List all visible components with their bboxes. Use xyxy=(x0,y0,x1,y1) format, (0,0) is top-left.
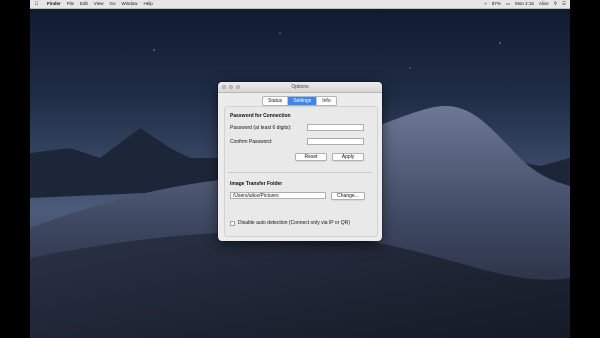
user-name[interactable]: Alice xyxy=(539,0,549,8)
apply-button[interactable]: Apply xyxy=(332,153,364,161)
reset-button[interactable]: Reset xyxy=(295,153,327,161)
folder-section-title: Image Transfer Folder xyxy=(230,181,283,187)
menu-edit[interactable]: Edit xyxy=(80,0,88,8)
desktop-screen:  Finder File Edit View Go Window Help ≈… xyxy=(30,0,570,338)
password-label: Password (at least 6 digits): xyxy=(230,125,292,131)
options-window: Options Status Settings Info Password fo… xyxy=(218,82,382,241)
window-controls xyxy=(222,85,240,89)
folder-path-field[interactable]: /Users/alice/Pictures xyxy=(230,192,326,199)
clock[interactable]: Mon 2:15 xyxy=(515,0,534,8)
menu-bar:  Finder File Edit View Go Window Help ≈… xyxy=(30,0,570,9)
minimize-window-icon[interactable] xyxy=(229,85,233,89)
change-folder-button[interactable]: Change... xyxy=(331,192,365,200)
zoom-window-icon[interactable] xyxy=(236,85,240,89)
menu-finder[interactable]: Finder xyxy=(47,0,61,8)
apple-logo-icon[interactable]:  xyxy=(32,0,41,8)
wifi-icon[interactable]: ≈ xyxy=(484,0,486,8)
disable-auto-detection-label[interactable]: Disable auto detection (Connect only via… xyxy=(238,220,350,226)
password-field[interactable] xyxy=(307,124,364,131)
search-icon[interactable]: ⚲ xyxy=(554,0,557,8)
close-window-icon[interactable] xyxy=(222,85,226,89)
confirm-password-field[interactable] xyxy=(307,138,364,145)
password-section-title: Password for Connection xyxy=(230,113,291,119)
window-titlebar[interactable]: Options xyxy=(218,82,382,93)
section-separator xyxy=(228,172,371,173)
battery-percentage[interactable]: 87% xyxy=(492,0,501,8)
menu-file[interactable]: File xyxy=(67,0,74,8)
battery-icon[interactable]: ▭ xyxy=(506,0,510,8)
menu-help[interactable]: Help xyxy=(144,0,153,8)
settings-panel: Password for Connection Password (at lea… xyxy=(218,104,382,241)
menu-list-icon[interactable]: ☰ xyxy=(562,0,566,8)
status-area: ≈ 87% ▭ Mon 2:15 Alice ⚲ ☰ xyxy=(484,0,570,8)
confirm-password-label: Confirm Password: xyxy=(230,139,273,145)
disable-auto-detection-checkbox[interactable] xyxy=(230,221,235,226)
menu-window[interactable]: Window xyxy=(122,0,138,8)
menu-view[interactable]: View xyxy=(94,0,104,8)
window-title: Options xyxy=(291,84,309,90)
menu-go[interactable]: Go xyxy=(109,0,115,8)
